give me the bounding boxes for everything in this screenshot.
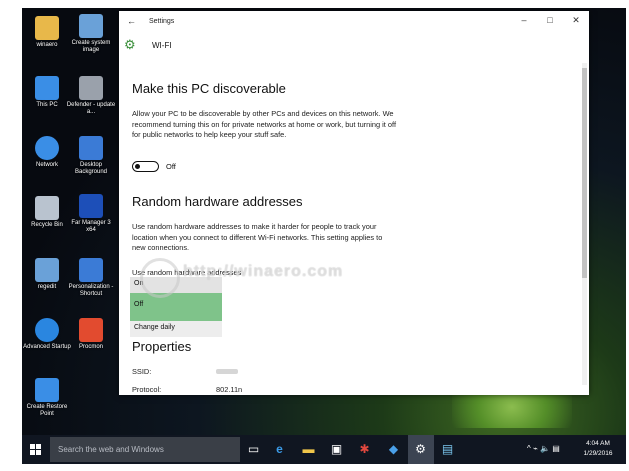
clock-date: 1/29/2016	[583, 450, 613, 457]
scrollbar-thumb[interactable]	[582, 68, 587, 278]
procmon-icon	[79, 318, 103, 342]
watermark-logo	[140, 258, 180, 298]
desktop-icon-defender-update[interactable]: Defender - update a...	[66, 76, 116, 116]
properties-heading: Properties	[132, 339, 192, 354]
regedit-icon	[35, 258, 59, 282]
restore-point-icon	[35, 378, 59, 402]
ssid-label: SSID:	[132, 367, 152, 376]
edge-icon[interactable]: e	[272, 442, 287, 457]
settings-taskbar-icon[interactable]: ⚙	[413, 442, 428, 457]
discoverable-toggle[interactable]	[132, 161, 159, 172]
system-tray-icons[interactable]: ^ ⌁ 🔈 ▤	[527, 444, 560, 453]
computer-icon	[35, 76, 59, 100]
toggle-knob	[135, 163, 140, 169]
clock-time: 4:04 AM	[586, 440, 610, 447]
gear-icon: ⚙	[124, 37, 136, 52]
personalization-icon	[79, 258, 103, 282]
settings-window: ← Settings – □ ✕ ⚙ WI-FI Make this PC di…	[119, 11, 589, 395]
watermark-text: http://winaero.com	[183, 263, 344, 280]
taskbar-clock[interactable]: 4:04 AM 1/29/2016	[578, 439, 618, 459]
protocol-label: Protocol:	[132, 385, 162, 394]
protocol-value: 802.11n	[216, 385, 243, 394]
procmon-taskbar-icon[interactable]: ✱	[357, 442, 372, 457]
discoverable-toggle-state: Off	[166, 162, 176, 171]
user-folder-icon	[35, 16, 59, 40]
desktop-icon-create-restore-point[interactable]: Create Restore Point	[22, 378, 72, 418]
desktop-icon-advanced-startup[interactable]: Advanced Startup	[22, 318, 72, 351]
desktop-icon-recycle-bin[interactable]: Recycle Bin	[22, 196, 72, 229]
taskbar-search-box[interactable]: Search the web and Windows	[50, 437, 240, 462]
desktop-screen: winaero Create system image This PC Defe…	[22, 8, 626, 464]
desktop-icon-far-manager[interactable]: Far Manager 3 x64	[66, 194, 116, 234]
store-icon[interactable]: ▣	[329, 442, 344, 457]
desktop-icon-network[interactable]: Network	[22, 136, 72, 169]
discoverable-description: Allow your PC to be discoverable by othe…	[132, 109, 396, 139]
content-scrollbar[interactable]	[582, 63, 587, 385]
desktop-icon-this-pc[interactable]: This PC	[22, 76, 72, 109]
discoverable-heading: Make this PC discoverable	[132, 81, 286, 96]
desktop-background-icon	[79, 136, 103, 160]
random-hw-description: Use random hardware addresses to make it…	[132, 222, 383, 252]
random-hw-heading: Random hardware addresses	[132, 194, 303, 209]
far-manager-icon	[79, 194, 103, 218]
dropdown-option-off[interactable]: Off	[130, 293, 222, 321]
app-taskbar-icon[interactable]: ◆	[386, 442, 401, 457]
title-bar: ← Settings – □ ✕	[119, 11, 589, 33]
desktop-icon-procmon[interactable]: Procmon	[66, 318, 116, 351]
taskbar: Search the web and Windows ▭ e ▬ ▣ ✱ ◆ ⚙…	[22, 435, 626, 464]
maximize-button[interactable]: □	[543, 15, 557, 25]
advanced-startup-icon	[35, 318, 59, 342]
defender-icon	[79, 76, 103, 100]
recycle-bin-icon	[35, 196, 59, 220]
minimize-button[interactable]: –	[517, 15, 531, 25]
file-explorer-icon[interactable]: ▬	[301, 442, 316, 457]
desktop-icon-personalization[interactable]: Personalization - Shortcut	[66, 258, 116, 298]
windows-logo-icon[interactable]	[30, 444, 41, 455]
desktop-icon-create-system-image[interactable]: Create system image	[66, 14, 116, 54]
page-header: ⚙ WI-FI	[119, 37, 589, 57]
dropdown-option-change-daily[interactable]: Change daily	[130, 321, 222, 337]
task-view-icon[interactable]: ▭	[246, 442, 261, 457]
display-taskbar-icon[interactable]: ▤	[440, 442, 455, 457]
desktop-icon-desktop-background[interactable]: Desktop Background	[66, 136, 116, 176]
system-image-icon	[79, 14, 103, 38]
desktop-icon-regedit[interactable]: regedit	[22, 258, 72, 291]
back-arrow-icon[interactable]: ←	[127, 16, 136, 26]
page-title: WI-FI	[152, 41, 172, 50]
network-icon	[35, 136, 59, 160]
desktop-icon-winaero[interactable]: winaero	[22, 16, 72, 49]
window-title: Settings	[149, 18, 175, 25]
ssid-value-redacted	[216, 369, 238, 374]
search-placeholder: Search the web and Windows	[58, 445, 164, 454]
close-button[interactable]: ✕	[569, 15, 583, 26]
